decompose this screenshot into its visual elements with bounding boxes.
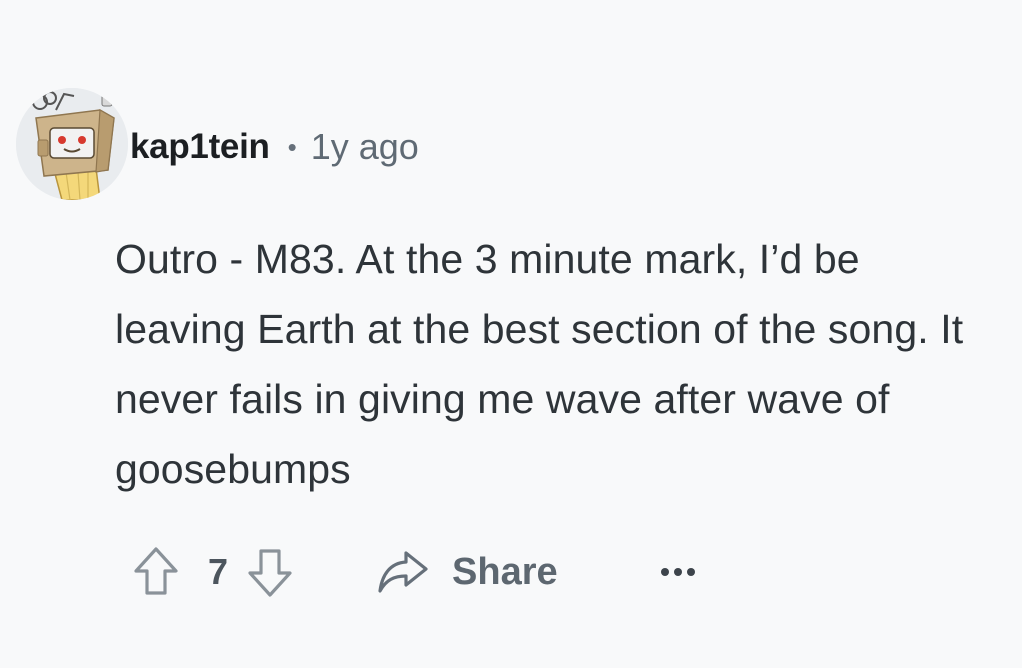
vote-score: 7 [208, 551, 229, 592]
downvote-button[interactable] [242, 544, 298, 600]
avatar[interactable] [16, 88, 128, 200]
share-arrow-icon [378, 551, 428, 593]
share-button[interactable]: Share [376, 549, 558, 595]
upvote-arrow-icon [134, 547, 178, 595]
comment-meta: kap1tein • 1y ago [130, 126, 419, 168]
comment-timestamp[interactable]: 1y ago [311, 126, 419, 168]
comment-body: Outro - M83. At the 3 minute mark, I’d b… [115, 236, 964, 492]
comment-actions: 7 Share [128, 540, 700, 604]
comment: kap1tein • 1y ago Outro - M83. At the 3 … [0, 0, 1022, 668]
comment-header: kap1tein • 1y ago [16, 88, 419, 200]
share-label: Share [452, 550, 558, 593]
robot-avatar-icon [16, 88, 128, 200]
downvote-arrow-icon [248, 549, 292, 597]
more-options-icon [660, 568, 695, 576]
meta-separator: • [287, 132, 297, 162]
upvote-button[interactable] [128, 544, 184, 600]
more-options-button[interactable] [656, 550, 700, 594]
author-username[interactable]: kap1tein [130, 127, 270, 167]
